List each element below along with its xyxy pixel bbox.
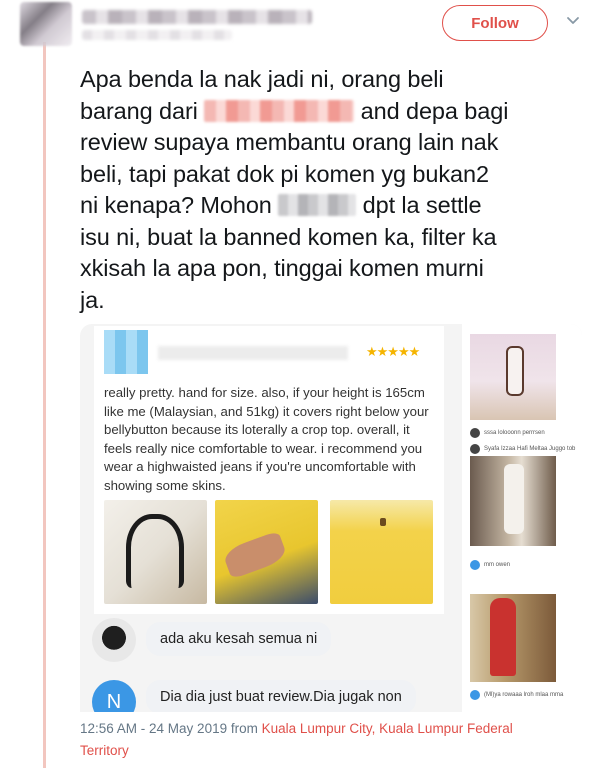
tweet-line: isu ni, buat la banned komen ka, filter … <box>80 223 497 250</box>
tweet-line: barang dari and depa bagi <box>80 97 509 124</box>
display-name-redacted[interactable] <box>82 10 312 24</box>
side-comment-row: Syafa Izzaa Hafi Meltaa Juggo tob <box>470 444 575 454</box>
reviewer-avatar <box>104 330 148 374</box>
chevron-down-icon[interactable] <box>566 14 580 28</box>
tweet-media-image[interactable]: ★★★★★ really pretty. hand for size. also… <box>80 324 582 712</box>
review-photo <box>215 500 318 604</box>
comment-bubble: ada aku kesah semua ni <box>146 622 332 656</box>
side-comment-row: mm owen <box>470 560 510 570</box>
review-card: ★★★★★ really pretty. hand for size. also… <box>94 326 444 614</box>
location-link[interactable]: Kuala Lumpur City, Kuala Lumpur Federal <box>262 721 513 736</box>
tweet-line: beli, tapi pakat dok pi komen yg bukan2 <box>80 160 489 187</box>
review-text: really pretty. hand for size. also, if y… <box>104 385 429 493</box>
side-posts: sssa lolooonn perrrsen Syafa Izzaa Hafi … <box>462 324 582 712</box>
redacted-mention <box>278 194 357 216</box>
side-photo <box>470 334 556 420</box>
review-photo <box>104 500 207 604</box>
avatar[interactable] <box>20 2 72 46</box>
commenter-avatar: N <box>92 680 136 712</box>
tweet-line: ni kenapa? Mohon dpt la settle <box>80 192 482 218</box>
timestamp[interactable]: 12:56 AM - 24 May 2019 from <box>80 721 262 736</box>
thread-line <box>43 42 46 768</box>
side-photo <box>470 594 556 682</box>
side-comment-row: (Ml)ya rowaaa lroh mlaa mma <box>470 690 563 700</box>
location-link-cont[interactable]: Territory <box>80 743 129 758</box>
follow-button[interactable]: Follow <box>442 5 548 41</box>
commenter-avatar <box>92 618 136 662</box>
tweet-text: Apa benda la nak jadi ni, orang beli bar… <box>80 64 585 316</box>
side-photo <box>470 456 556 546</box>
tweet-line: review supaya membantu orang lain nak <box>80 129 499 155</box>
rating-stars: ★★★★★ <box>366 344 420 359</box>
handle-redacted <box>82 30 232 40</box>
tweet-line: xkisah la apa pon, tinggai komen murni <box>80 255 484 281</box>
review-photo <box>330 500 433 604</box>
side-comment-row: sssa lolooonn perrrsen <box>470 428 545 438</box>
tweet-header: Follow <box>0 0 609 60</box>
tweet-line: ja. <box>80 286 105 313</box>
redacted-shop-name <box>204 99 355 122</box>
comment-bubble: Dia dia just buat review.Dia jugak non <box>146 680 416 712</box>
reviewer-name-redacted <box>158 346 348 360</box>
tweet-line: Apa benda la nak jadi ni, orang beli <box>80 66 444 92</box>
tweet-footer: 12:56 AM - 24 May 2019 from Kuala Lumpur… <box>80 718 585 762</box>
